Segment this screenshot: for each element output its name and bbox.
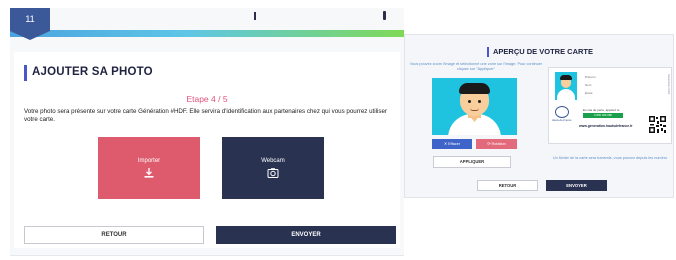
card-avatar-hair (560, 75, 572, 80)
webcam-button[interactable]: Webcam (222, 137, 324, 199)
card-photo (555, 72, 577, 100)
region-logo-label: Hauts-de-France (552, 119, 572, 122)
crop-hint-text: Vous pouvez zoom l'image et sélectionné … (409, 62, 543, 71)
page-title: AJOUTER SA PHOTO (32, 66, 153, 78)
header-gradient-bar (10, 30, 404, 37)
preview-title: APERÇU DE VOTRE CARTE (493, 47, 594, 56)
card-avatar-body (557, 89, 575, 100)
slide-number: 11 (25, 14, 35, 24)
download-icon (144, 168, 154, 178)
card-field-prenom: Prénom (585, 75, 596, 79)
region-logo-icon (555, 106, 569, 118)
card-field-nom: Nom (585, 83, 592, 87)
card-preview-panel: APERÇU DE VOTRE CARTE Vous pouvez zoom l… (404, 34, 674, 198)
camera-icon (267, 168, 279, 178)
id-card-preview: Prénom Nom École Génération #HDF Hauts-d… (548, 67, 672, 144)
retour-button[interactable]: RETOUR (24, 226, 204, 244)
photo-crop-area[interactable] (432, 78, 517, 135)
clear-photo-button[interactable]: ✕ Effacer (432, 139, 472, 149)
header-fragment (383, 11, 386, 20)
title-accent-bar (487, 47, 489, 57)
retour-button[interactable]: RETOUR (477, 180, 538, 191)
screenshot-canvas: 11 AJOUTER SA PHOTO Etape 4 / 5 Votre ph… (0, 0, 676, 260)
rotate-photo-button[interactable]: ⟳ Rotation (476, 139, 517, 149)
card-field-ecole: École (585, 91, 593, 95)
card-vertical-text: Génération #HDF (667, 74, 670, 95)
card-contact-text: En cas de perte, appelez le (583, 108, 620, 112)
avatar-eye (478, 100, 481, 103)
card-phone: 0 800 026 080 (583, 113, 623, 118)
card-url: www.generation.hautsdefrance.fr (579, 124, 633, 128)
import-photo-button[interactable]: Importer (98, 137, 200, 199)
qr-code-icon (649, 116, 666, 133)
avatar-hair (459, 83, 490, 94)
import-label: Importer (137, 158, 161, 164)
webcam-label: Webcam (261, 158, 285, 164)
preview-note-text: Un fichier de la carte sera transmis, vo… (552, 156, 668, 160)
add-photo-panel: 11 AJOUTER SA PHOTO Etape 4 / 5 Votre ph… (10, 8, 404, 256)
description-text: Votre photo sera présente sur votre cart… (24, 108, 387, 123)
apply-button[interactable]: APPLIQUER (433, 156, 511, 168)
header-fragment (254, 12, 256, 20)
envoyer-button[interactable]: ENVOYER (216, 226, 396, 244)
step-indicator: Etape 4 / 5 (186, 94, 228, 104)
add-photo-card: AJOUTER SA PHOTO Etape 4 / 5 Votre photo… (14, 52, 400, 248)
envoyer-button[interactable]: ENVOYER (546, 180, 607, 191)
avatar-eye (468, 100, 471, 103)
title-accent-bar (24, 65, 27, 81)
